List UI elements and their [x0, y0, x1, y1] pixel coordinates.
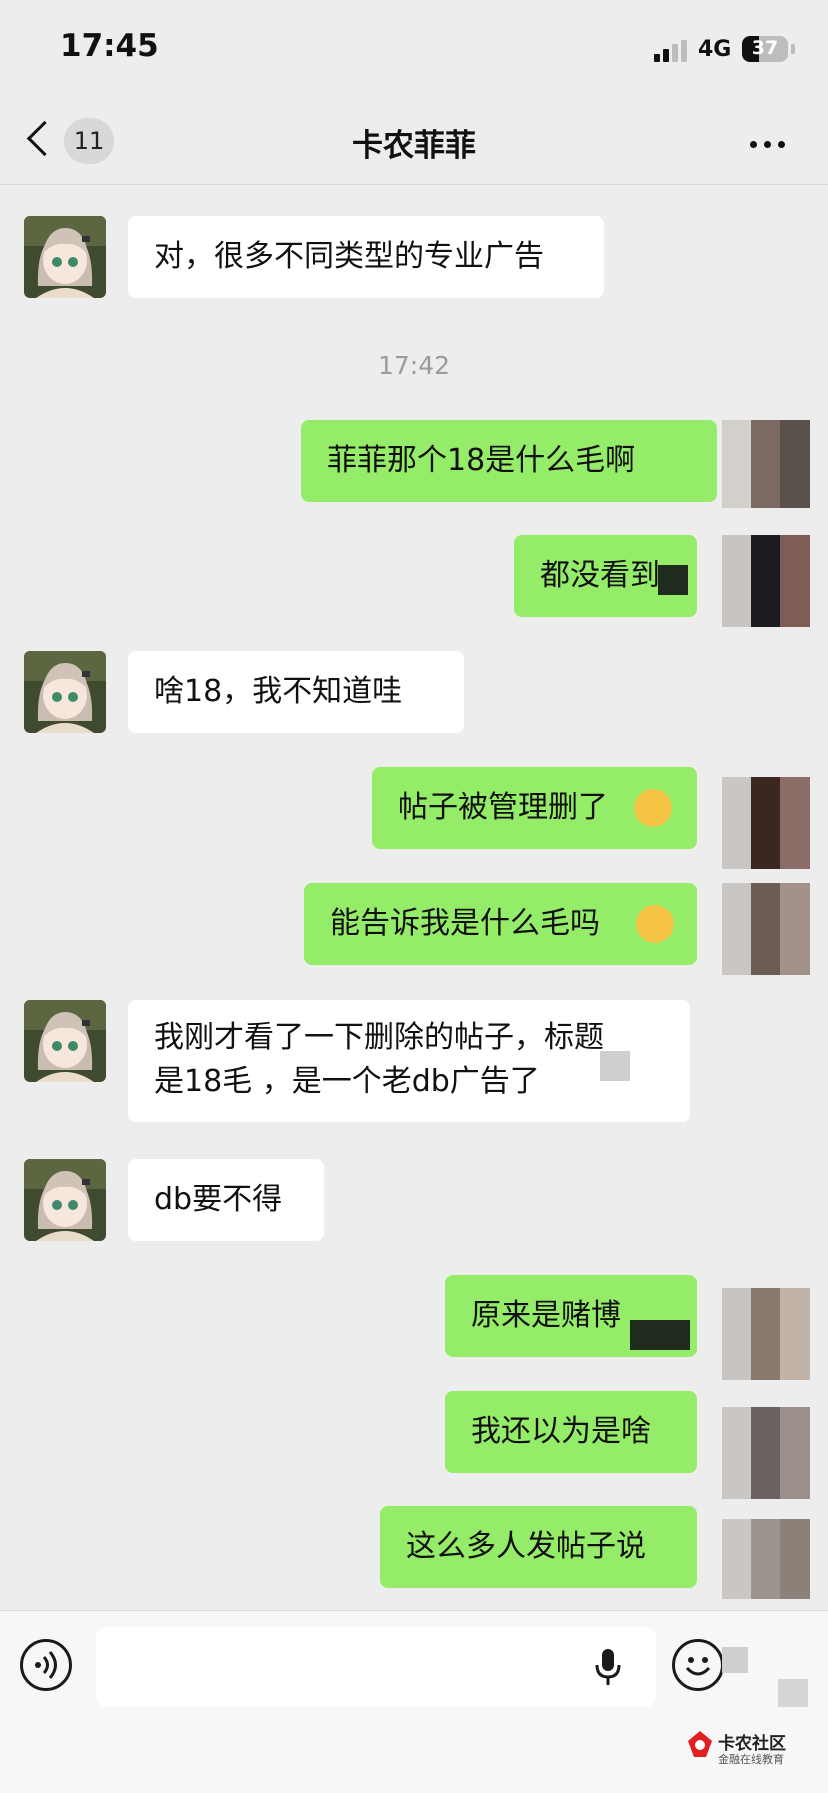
message-bubble-incoming[interactable]: db要不得 — [128, 1159, 324, 1241]
message-bubble-outgoing[interactable]: 帖子被管理删了 — [372, 767, 697, 849]
pleading-face-icon — [636, 905, 674, 943]
message-text: 对，很多不同类型的专业广告 — [154, 239, 544, 274]
unread-count-badge: 11 — [64, 118, 114, 164]
watermark: 卡农社区 金融在线教育 — [686, 1729, 786, 1766]
battery-tip — [791, 44, 795, 54]
emoji-button[interactable] — [672, 1639, 724, 1691]
pixelated-patch — [658, 565, 688, 595]
pixelated-avatar — [722, 1519, 810, 1599]
message-text: 帖子被管理删了 — [398, 790, 608, 825]
message-bubble-incoming[interactable]: 啥18，我不知道哇 — [128, 651, 464, 733]
message-text: 都没看到 — [540, 558, 660, 593]
signal-strength-icon — [654, 40, 688, 62]
more-button[interactable] — [744, 124, 792, 164]
status-bar: 17:45 4G 37 — [0, 0, 828, 100]
message-timestamp: 17:42 — [377, 351, 451, 380]
pixelated-patch — [630, 1320, 690, 1350]
message-input[interactable] — [96, 1627, 656, 1707]
pixelated-avatar — [722, 777, 810, 869]
message-bubble-outgoing[interactable]: 这么多人发帖子说 — [380, 1506, 697, 1588]
message-text: db要不得 — [154, 1182, 283, 1217]
pixelated-patch — [778, 1679, 808, 1707]
watermark-tagline: 金融在线教育 — [718, 1753, 784, 1766]
contact-avatar[interactable] — [24, 1000, 106, 1082]
message-text: 菲菲那个18是什么毛啊 — [327, 443, 636, 478]
chat-message-list[interactable]: 对，很多不同类型的专业广告 17:42 菲菲那个18是什么毛啊 都没看到 啥18… — [0, 185, 828, 1610]
pixelated-avatar — [722, 420, 810, 508]
contact-avatar[interactable] — [24, 651, 106, 733]
voice-icon — [35, 1651, 57, 1679]
nav-bar: 11 卡农菲菲 — [0, 100, 828, 185]
voice-input-button[interactable] — [20, 1639, 72, 1691]
pixelated-avatar — [722, 535, 810, 627]
message-text: 我还以为是啥 — [471, 1414, 651, 1449]
message-bubble-outgoing[interactable]: 能告诉我是什么毛吗 — [304, 883, 697, 965]
message-bubble-incoming[interactable]: 对，很多不同类型的专业广告 — [128, 216, 604, 298]
pixelated-patch — [600, 1051, 630, 1081]
status-time: 17:45 — [60, 28, 159, 64]
chat-title: 卡农菲菲 — [352, 128, 476, 164]
battery-level: 37 — [751, 37, 779, 59]
emoji-icon — [685, 1657, 711, 1676]
pixelated-avatar — [722, 1407, 810, 1499]
pixelated-avatar — [722, 883, 810, 975]
pixelated-avatar — [722, 1288, 810, 1380]
contact-avatar[interactable] — [24, 216, 106, 298]
message-text: 这么多人发帖子说 — [406, 1529, 646, 1564]
chevron-left-icon — [26, 120, 63, 157]
back-button[interactable]: 11 — [24, 114, 120, 170]
face-with-tears-of-joy-icon — [634, 789, 672, 827]
battery-icon: 37 — [742, 36, 788, 62]
message-text: 能告诉我是什么毛吗 — [330, 906, 600, 941]
pixelated-patch — [722, 1647, 748, 1673]
mic-icon[interactable] — [594, 1647, 622, 1687]
message-text: 原来是赌博 — [471, 1298, 621, 1333]
input-bar: 卡农社区 金融在线教育 — [0, 1610, 828, 1793]
contact-avatar[interactable] — [24, 1159, 106, 1241]
message-text: 啥18，我不知道哇 — [154, 674, 403, 709]
message-bubble-outgoing[interactable]: 我还以为是啥 — [445, 1391, 697, 1473]
watermark-logo-icon — [688, 1731, 712, 1757]
message-bubble-outgoing[interactable]: 菲菲那个18是什么毛啊 — [301, 420, 717, 502]
network-type: 4G — [698, 37, 732, 62]
